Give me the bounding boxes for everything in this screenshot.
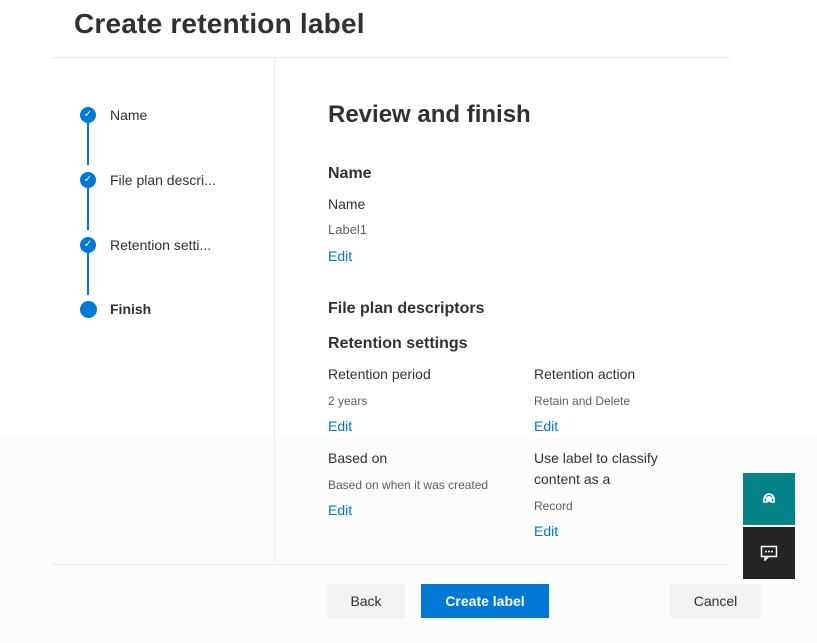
checkmark-icon: ✓: [80, 172, 96, 188]
feedback-button[interactable]: [743, 527, 795, 579]
classify-label: Use label to classify content as a: [534, 450, 658, 487]
name-field-label: Name: [328, 196, 366, 212]
classify-value: Record: [534, 499, 573, 513]
name-heading: Name: [328, 165, 372, 182]
step-label: Name: [110, 107, 148, 123]
edit-retention-action-link[interactable]: Edit: [534, 418, 558, 434]
footer-divider: [52, 564, 730, 565]
step-connector: [87, 188, 89, 230]
based-on-value: Based on when it was created: [328, 478, 489, 492]
retention-period-value: 2 years: [328, 394, 368, 408]
retention-action-value: Retain and Delete: [534, 394, 631, 408]
retention-heading: Retention settings: [328, 335, 468, 352]
based-on-label: Based on: [328, 450, 388, 466]
page-title: Create retention label: [74, 8, 365, 39]
step-label: Retention setti...: [110, 237, 212, 253]
step-connector: [87, 253, 89, 295]
step-connector: [87, 123, 89, 165]
create-label-button[interactable]: Create label: [421, 584, 549, 618]
chat-icon: [760, 545, 778, 561]
step-label: Finish: [110, 301, 152, 317]
headset-icon: [763, 493, 775, 503]
edit-based-on-link[interactable]: Edit: [328, 502, 352, 518]
back-button[interactable]: Back: [327, 584, 405, 618]
cancel-button[interactable]: Cancel: [670, 584, 761, 618]
checkmark-icon: ✓: [80, 107, 96, 123]
section-title: Review and finish: [328, 101, 531, 128]
edit-retention-period-link[interactable]: Edit: [328, 418, 352, 434]
header-divider: [52, 57, 730, 58]
retention-action-label: Retention action: [534, 366, 636, 382]
edit-name-link[interactable]: Edit: [328, 248, 352, 264]
help-button[interactable]: [743, 473, 795, 525]
name-value: Label1: [328, 222, 368, 237]
edit-classify-link[interactable]: Edit: [534, 523, 558, 539]
current-step-icon: [80, 301, 97, 318]
file-plan-heading: File plan descriptors: [328, 300, 485, 317]
nav-divider: [274, 58, 275, 564]
step-label: File plan descri...: [110, 172, 216, 188]
checkmark-icon: ✓: [80, 237, 96, 253]
retention-period-label: Retention period: [328, 366, 431, 382]
